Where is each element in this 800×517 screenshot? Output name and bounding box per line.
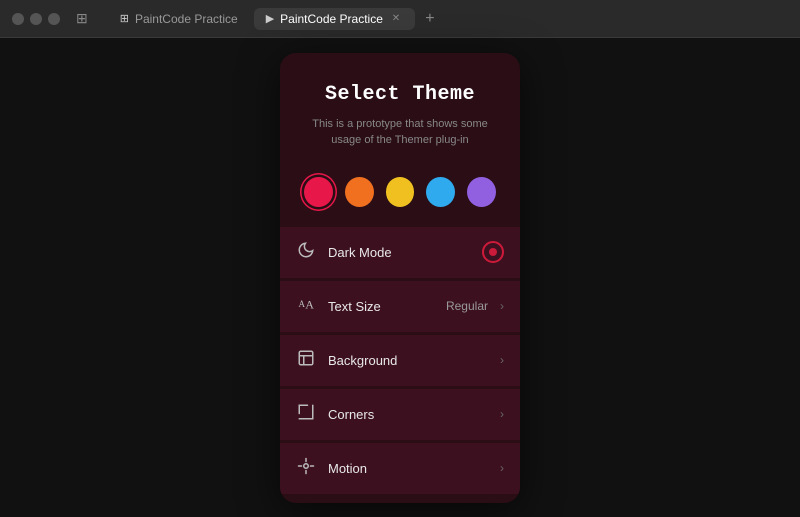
textsize-label: Text Size (328, 299, 434, 314)
tab-2-label: PaintCode Practice (280, 12, 383, 26)
page-title: Select Theme (304, 83, 496, 106)
textsize-chevron: › (500, 299, 504, 313)
tab-group: ⊞ PaintCode Practice ▶ PaintCode Practic… (108, 8, 441, 30)
corners-icon (296, 403, 316, 426)
menu-row-background[interactable]: Background › (280, 335, 520, 386)
svg-text:A: A (305, 297, 314, 311)
phone-mockup: Select Theme This is a prototype that sh… (280, 53, 520, 503)
menu-row-textsize[interactable]: A A Text Size Regular › (280, 281, 520, 332)
svg-text:A: A (299, 299, 306, 309)
background-label: Background (328, 353, 488, 368)
tab-2-icon: ▶ (266, 12, 274, 25)
menu-row-motion[interactable]: Motion › (280, 443, 520, 494)
close-button[interactable] (12, 13, 24, 25)
motion-label: Motion (328, 461, 488, 476)
motion-chevron: › (500, 461, 504, 475)
maximize-button[interactable] (48, 13, 60, 25)
grid-icon: ⊞ (76, 10, 88, 27)
motion-icon (296, 457, 316, 480)
swatch-orange[interactable] (345, 177, 374, 207)
phone-header: Select Theme This is a prototype that sh… (280, 53, 520, 165)
swatch-yellow[interactable] (386, 177, 415, 207)
color-swatches (280, 165, 520, 227)
swatch-pink[interactable] (304, 177, 333, 207)
menu-row-corners[interactable]: Corners › (280, 389, 520, 440)
tab-2[interactable]: ▶ PaintCode Practice ✕ (254, 8, 415, 30)
new-tab-button[interactable]: + (419, 8, 441, 30)
darkmode-toggle[interactable] (482, 241, 504, 263)
titlebar: ⊞ ⊞ PaintCode Practice ▶ PaintCode Pract… (0, 0, 800, 38)
tab-1[interactable]: ⊞ PaintCode Practice (108, 8, 250, 30)
darkmode-toggle-inner (489, 248, 497, 256)
swatch-purple[interactable] (467, 177, 496, 207)
background-icon (296, 349, 316, 372)
textsize-value: Regular (446, 299, 488, 313)
main-content: Select Theme This is a prototype that sh… (0, 38, 800, 517)
menu-row-darkmode[interactable]: Dark Mode (280, 227, 520, 278)
traffic-lights (12, 13, 60, 25)
background-chevron: › (500, 353, 504, 367)
menu-section: Dark Mode A A Text Size Regular › (280, 227, 520, 495)
corners-chevron: › (500, 407, 504, 421)
moon-icon (296, 241, 316, 264)
corners-label: Corners (328, 407, 488, 422)
text-size-icon: A A (296, 295, 316, 318)
tab-2-close[interactable]: ✕ (389, 12, 403, 26)
tab-1-label: PaintCode Practice (135, 12, 238, 26)
tab-1-icon: ⊞ (120, 12, 129, 25)
darkmode-label: Dark Mode (328, 245, 470, 260)
minimize-button[interactable] (30, 13, 42, 25)
page-subtitle: This is a prototype that shows someusage… (304, 116, 496, 149)
swatch-blue[interactable] (426, 177, 455, 207)
